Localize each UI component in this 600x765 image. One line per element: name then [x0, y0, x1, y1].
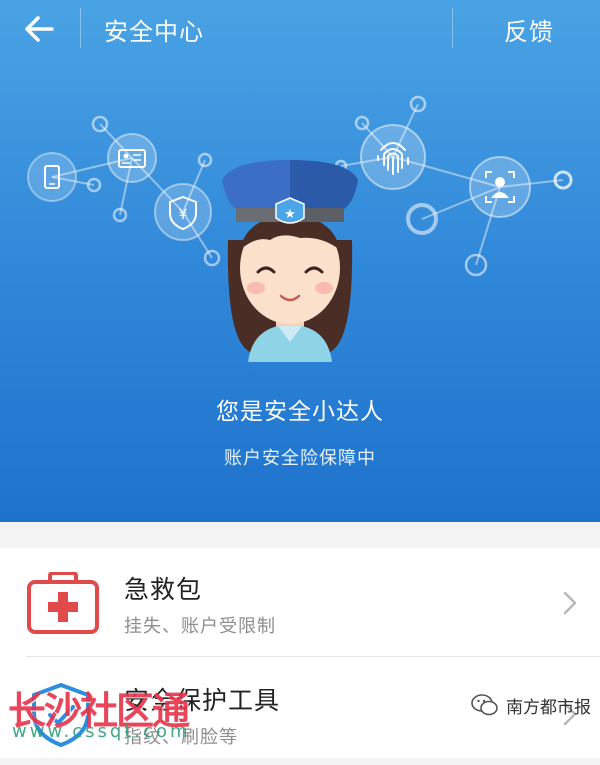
yuan-shield-icon: ¥	[154, 183, 212, 241]
security-status-subtitle: 账户安全险保障中	[224, 448, 376, 469]
list-item-first-aid-kit[interactable]: 急救包 挂失、账户受限制	[0, 548, 600, 657]
wechat-icon	[471, 694, 498, 716]
phone-icon	[27, 152, 77, 202]
security-status-title: 您是安全小达人	[216, 399, 384, 425]
first-aid-kit-subtitle: 挂失、账户受限制	[124, 616, 276, 637]
chevron-right-icon	[563, 591, 577, 615]
nav-divider	[80, 8, 81, 48]
face-scan-icon	[469, 156, 531, 218]
section-gap	[0, 522, 600, 548]
watermark-site-url: www.cssqt.com	[12, 721, 191, 742]
first-aid-kit-icon	[27, 572, 99, 634]
id-card-icon	[107, 133, 157, 183]
nav-divider	[452, 8, 453, 48]
page-title: 安全中心	[104, 18, 204, 46]
watermark-source: 南方都市报	[506, 697, 591, 718]
back-button[interactable]	[22, 10, 62, 48]
yuan-symbol: ¥	[179, 207, 188, 223]
cap-badge-star: ★	[284, 207, 296, 222]
hero-banner: ¥ ★ 安全中心 反馈 您是安全小达人 账户安全险保障中	[0, 0, 600, 522]
source-watermark: 南方都市报	[470, 688, 591, 722]
top-nav-bar: 安全中心 反馈	[0, 0, 600, 58]
first-aid-kit-title: 急救包	[124, 575, 203, 604]
fingerprint-icon	[360, 124, 426, 190]
police-avatar-icon: ★	[222, 160, 358, 362]
arrow-left-icon	[25, 16, 54, 42]
feedback-button[interactable]: 反馈	[504, 12, 554, 47]
